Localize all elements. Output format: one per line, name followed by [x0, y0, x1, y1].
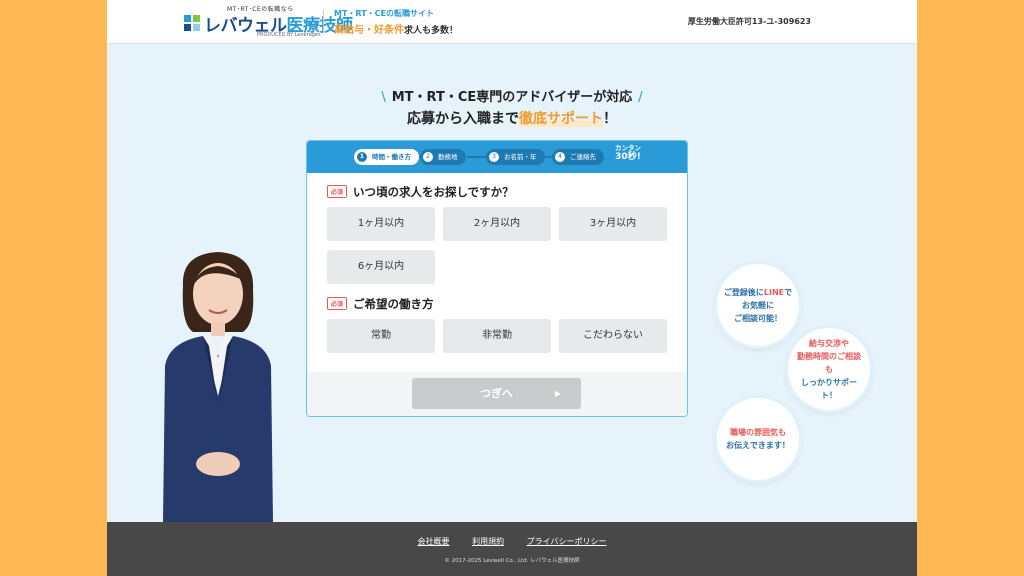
hero-subheadline: 応募から入職まで徹底サポート！ [107, 108, 917, 128]
bubble-line-1: 職場の雰囲気も [729, 428, 786, 437]
form-footer: つぎへ ▶ [307, 372, 687, 416]
step-2: 2 勤務地 [420, 149, 466, 165]
step-4: 4 ご連絡先 [552, 149, 604, 165]
step-number: 2 [423, 152, 433, 162]
footer-link-terms[interactable]: 利用規約 [472, 537, 504, 546]
step-3: 3 お名前・年 [486, 149, 545, 165]
next-label: つぎへ [480, 387, 513, 400]
headline-text: MT・RT・CE専門のアドバイザーが対応 [391, 90, 633, 105]
advisor-photo [163, 252, 273, 522]
site-footer: 会社概要 利用規約 プライバシーポリシー © 2017-2025 Levwell… [107, 522, 917, 576]
option-1-month[interactable]: 1ヶ月以内 [327, 207, 435, 241]
hero-headline: \ MT・RT・CE専門のアドバイザーが対応 / [107, 86, 917, 105]
question-text: いつ頃の求人をお探しですか？ [353, 185, 514, 199]
site-tagline: MT・RT・CEの転職サイト [334, 9, 435, 18]
site-header: MT･RT･CEの転職なら レバウェル医療技師 PRODUCED BY Leve… [107, 0, 917, 44]
quick-note: カンタン 30秒! [615, 144, 641, 162]
logo-mark-icon[interactable] [183, 14, 201, 32]
step-number: 1 [357, 152, 367, 162]
logo-produced-by: PRODUCED BY Leverages [257, 32, 321, 38]
next-button[interactable]: つぎへ ▶ [412, 378, 581, 409]
option-3-months[interactable]: 3ヶ月以内 [559, 207, 667, 241]
headline2-pre: 応募から入職まで [407, 111, 519, 127]
slash-left-icon: \ [381, 90, 386, 105]
question-timing: 必須 いつ頃の求人をお探しですか？ [327, 184, 514, 200]
promo-text: 高給与・好条件求人も多数！ [334, 21, 458, 36]
feature-bubble-line: ご登録後にLINEで お気軽に ご相談可能！ [717, 264, 799, 346]
progress-steps: 1 時間・働き方 2 勤務地 3 お名前・年 4 ご連絡先 カンタン 30秒! [307, 141, 687, 173]
promo-highlight: 高給与・好条件 [334, 25, 404, 36]
option-no-preference[interactable]: こだわらない [559, 319, 667, 353]
required-badge: 必須 [327, 185, 348, 198]
step-label: ご連絡先 [570, 153, 596, 161]
slash-right-icon: / [638, 90, 643, 105]
bubble-text: で [784, 287, 793, 297]
step-number: 4 [555, 152, 565, 162]
bubble-line-highlight: LINE [763, 287, 785, 297]
bubble-line-2: お伝えできます！ [726, 441, 790, 450]
bubble-line-3: ご相談可能！ [733, 313, 782, 323]
bubble-line-1: 給与交渉や [809, 338, 849, 348]
step-1: 1 時間・働き方 [354, 149, 419, 165]
copyright: © 2017-2025 Levwell Co., Ltd. レバウェル医療技師 [444, 558, 580, 564]
question-text: ご希望の働き方 [353, 297, 434, 311]
bubble-line-3: しっかりサポート！ [801, 377, 857, 400]
feature-bubble-atmosphere: 職場の雰囲気も お伝えできます！ [717, 398, 799, 480]
entry-form: 1 時間・働き方 2 勤務地 3 お名前・年 4 ご連絡先 カンタン 30秒! 必須 いつ… [306, 140, 688, 417]
promo-rest: 求人も多数！ [404, 26, 459, 36]
license-number: 厚生労働大臣許可13-ユ-309623 [687, 17, 811, 26]
option-2-months[interactable]: 2ヶ月以内 [443, 207, 551, 241]
quick-note-bottom: 30秒! [615, 152, 641, 162]
footer-links: 会社概要 利用規約 プライバシーポリシー [107, 536, 917, 547]
required-badge: 必須 [327, 297, 348, 310]
bubble-line-2: お気軽に [741, 300, 774, 310]
option-full-time[interactable]: 常勤 [327, 319, 435, 353]
footer-link-company[interactable]: 会社概要 [418, 537, 450, 546]
header-divider [323, 10, 324, 34]
bubble-line-2: 勤務時間のご相談も [797, 351, 861, 374]
option-6-months[interactable]: 6ヶ月以内 [327, 250, 435, 284]
headline2-accent: 徹底サポート [519, 111, 603, 127]
question-work-style: 必須 ご希望の働き方 [327, 296, 434, 312]
step-number: 3 [489, 152, 499, 162]
option-part-time[interactable]: 非常勤 [443, 319, 551, 353]
landing-page: MT･RT･CEの転職なら レバウェル医療技師 PRODUCED BY Leve… [107, 0, 917, 576]
headline2-post: ！ [603, 111, 617, 127]
bubble-line-1: ご登録後にLINEで [724, 286, 792, 299]
step-label: 時間・働き方 [372, 153, 411, 161]
bubble-text: ご登録後に [723, 287, 764, 297]
arrow-right-icon: ▶ [554, 389, 561, 398]
step-label: お名前・年 [504, 153, 537, 161]
step-label: 勤務地 [438, 153, 458, 161]
feature-bubble-salary: 給与交渉や 勤務時間のご相談も しっかりサポート！ [788, 328, 870, 410]
footer-link-privacy[interactable]: プライバシーポリシー [527, 537, 607, 546]
